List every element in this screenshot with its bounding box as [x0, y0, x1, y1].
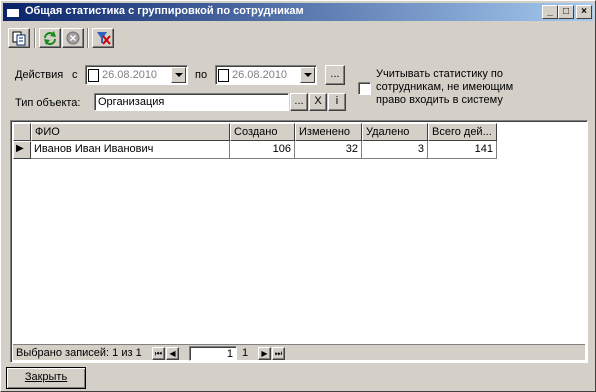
date-to-value: 26.08.2010	[232, 69, 288, 81]
stop-icon	[66, 31, 80, 45]
object-type-info-button[interactable]: i	[328, 93, 346, 111]
next-page-button[interactable]: ▶	[258, 347, 271, 360]
copy-button[interactable]	[8, 28, 30, 48]
date-to-label: по	[195, 69, 208, 81]
clear-filter-button[interactable]	[92, 28, 114, 48]
include-disabled-label: Учитывать статистику по сотрудникам, не …	[376, 68, 514, 106]
cell-deleted[interactable]: 3	[362, 141, 428, 159]
maximize-button[interactable]: □	[558, 5, 574, 19]
title-bar[interactable]: Общая статистика с группировкой по сотру…	[3, 3, 593, 21]
column-header-created[interactable]: Создано	[230, 123, 295, 141]
cell-fio[interactable]: Иванов Иван Иванович	[31, 141, 230, 159]
object-type-value: Организация	[98, 96, 165, 108]
include-disabled-checkbox[interactable]	[358, 82, 371, 95]
date-to-checkbox[interactable]	[218, 69, 229, 82]
actions-label: Действия	[15, 69, 64, 81]
prev-page-button[interactable]: ◀	[166, 347, 179, 360]
refresh-button[interactable]	[39, 28, 61, 48]
column-header-deleted[interactable]: Удалено	[362, 123, 428, 141]
close-button[interactable]: Закрыть	[6, 367, 86, 389]
selected-records-text: Выбрано записей: 1 из 1	[16, 347, 142, 359]
stop-button[interactable]	[62, 28, 84, 48]
period-select-button[interactable]: ...	[325, 65, 345, 85]
column-header-modified[interactable]: Изменено	[295, 123, 362, 141]
window-icon	[6, 5, 20, 18]
row-header-corner	[13, 123, 31, 141]
column-header-fio[interactable]: ФИО	[31, 123, 230, 141]
close-button-label: Закрыть	[24, 371, 68, 383]
date-to-picker[interactable]: 26.08.2010	[215, 65, 317, 85]
object-type-label: Тип объекта:	[15, 97, 81, 109]
row-marker[interactable]: ▶	[13, 141, 31, 159]
first-page-button[interactable]: ⏮	[152, 347, 165, 360]
object-type-clear-button[interactable]: X	[309, 93, 327, 111]
date-from-checkbox[interactable]	[88, 69, 99, 82]
date-from-label: с	[72, 69, 78, 81]
object-type-field[interactable]: Организация	[94, 93, 289, 111]
grid-status-bar: Выбрано записей: 1 из 1 ⏮ ◀ 1 1 ▶ ⏭	[13, 344, 585, 361]
column-header-total[interactable]: Всего дей...	[428, 123, 497, 141]
window-title: Общая статистика с группировкой по сотру…	[25, 5, 304, 17]
date-from-dropdown-button[interactable]	[171, 67, 186, 83]
object-type-browse-button[interactable]: ...	[290, 93, 308, 111]
cell-total[interactable]: 141	[428, 141, 497, 159]
page-input[interactable]: 1	[189, 346, 237, 361]
close-window-button[interactable]: ×	[576, 5, 592, 19]
minimize-button[interactable]: _	[542, 5, 558, 19]
cell-modified[interactable]: 32	[295, 141, 362, 159]
date-to-dropdown-button[interactable]	[300, 67, 315, 83]
date-from-picker[interactable]: 26.08.2010	[85, 65, 188, 85]
toolbar-separator	[34, 28, 36, 48]
statistics-window: Общая статистика с группировкой по сотру…	[0, 0, 596, 392]
date-from-value: 26.08.2010	[102, 69, 158, 81]
last-page-button[interactable]: ⏭	[272, 347, 285, 360]
clear-filter-icon	[97, 32, 111, 45]
toolbar-separator	[87, 28, 89, 48]
refresh-icon	[44, 31, 56, 45]
page-total: 1	[242, 347, 249, 359]
statistics-grid[interactable]: ФИО Создано Изменено Удалено Всего дей..…	[10, 120, 588, 363]
copy-icon	[12, 31, 26, 46]
cell-created[interactable]: 106	[230, 141, 295, 159]
